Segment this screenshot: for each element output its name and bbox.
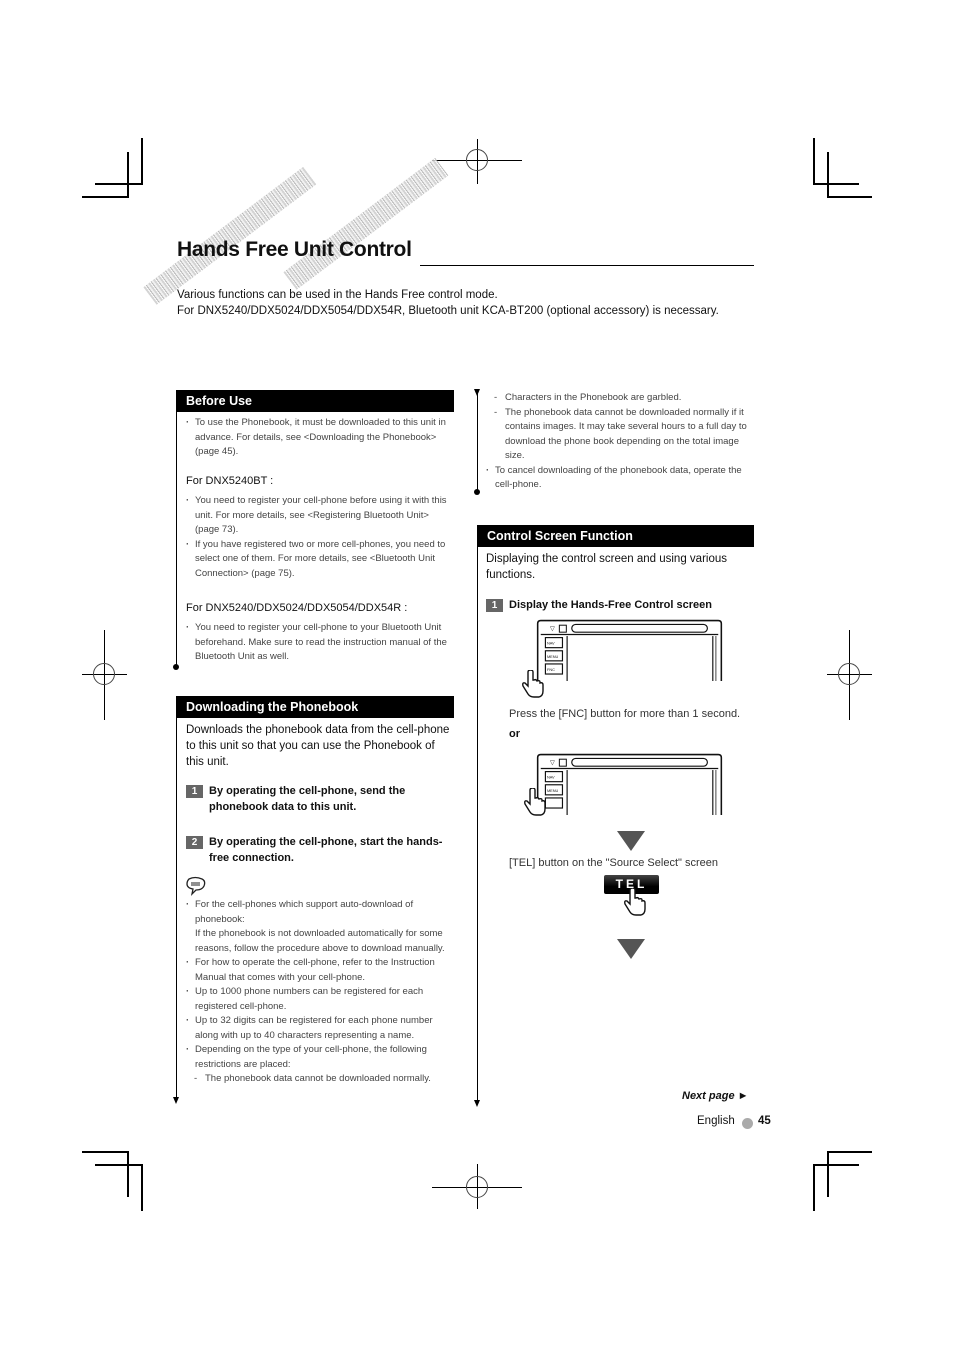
note-item: Up to 32 digits can be registered for ea…	[185, 1014, 457, 1043]
svg-text:NAV: NAV	[547, 775, 555, 780]
svg-text:FNC: FNC	[547, 667, 555, 672]
note-item: For how to operate the cell-phone, refer…	[185, 956, 457, 985]
crop-mark	[82, 196, 128, 198]
svg-text:MENU: MENU	[547, 788, 559, 793]
column-rule	[477, 390, 478, 493]
crop-mark	[813, 1164, 815, 1211]
column-rule-end-dot	[474, 489, 480, 495]
continue-arrow-icon	[474, 389, 480, 396]
note-item: If the phonebook is not downloaded autom…	[195, 928, 445, 954]
column-rule	[477, 525, 478, 1101]
bullet-item: You need to register your cell-phone bef…	[185, 494, 455, 538]
crop-mark	[127, 1151, 129, 1197]
pointing-hand-icon	[624, 888, 646, 916]
intro-text: Various functions can be used in the Han…	[177, 287, 719, 319]
crop-mark	[141, 1164, 143, 1211]
crop-mark	[813, 1164, 859, 1166]
crop-mark	[827, 1151, 829, 1197]
downloading-description: Downloads the phonebook data from the ce…	[186, 724, 450, 768]
or-label: or	[509, 728, 520, 740]
column-rule-end-dot	[173, 664, 179, 670]
svg-text:NAV: NAV	[547, 641, 555, 646]
step-2: 2 By operating the cell-phone, start the…	[186, 834, 451, 866]
control-step-1: 1 Display the Hands-Free Control screen	[486, 597, 751, 613]
step-number: 2	[186, 836, 203, 849]
svg-text:MENU: MENU	[547, 654, 559, 659]
note-item: For the cell-phones which support auto-d…	[185, 898, 457, 927]
caption-tel: [TEL] button on the "Source Select" scre…	[509, 857, 718, 869]
down-triangle-icon	[617, 939, 645, 959]
page-number: 45	[758, 1115, 771, 1127]
model-heading: For DNX5240BT :	[186, 475, 274, 487]
decorative-stripe	[143, 166, 317, 305]
step-text: By operating the cell-phone, send the ph…	[209, 785, 406, 813]
crop-mark	[95, 183, 142, 185]
download-notes-continued: Characters in the Phonebook are garbled.…	[485, 391, 755, 493]
svg-text:▽: ▽	[550, 626, 555, 633]
model-heading: For DNX5240/DDX5024/DDX5054/DDX54R :	[186, 602, 408, 614]
section-heading-before-use: Before Use	[177, 390, 454, 412]
caption-fnc: Press the [FNC] button for more than 1 s…	[509, 708, 741, 720]
bullet-item: You need to register your cell-phone to …	[185, 621, 453, 665]
step-number: 1	[186, 785, 203, 798]
crop-mark	[827, 152, 829, 198]
column-rule	[176, 696, 177, 1098]
control-screen-description: Displaying the control screen and using …	[486, 553, 727, 581]
footer-language: English	[697, 1115, 735, 1127]
step-1: 1 By operating the cell-phone, send the …	[186, 783, 451, 815]
pointing-hand-icon	[522, 670, 544, 698]
crop-mark	[95, 1164, 142, 1166]
footer-separator-dot	[742, 1118, 753, 1129]
note-item: The phonebook data cannot be downloaded …	[185, 1072, 457, 1087]
model2-bullets: You need to register your cell-phone to …	[185, 621, 453, 665]
page-title: Hands Free Unit Control	[177, 238, 412, 261]
before-use-bullets: To use the Phonebook, it must be downloa…	[185, 416, 453, 460]
bullet-item: If you have registered two or more cell-…	[185, 538, 455, 582]
continue-arrow-icon	[474, 1100, 480, 1107]
note-item: The phonebook data cannot be downloaded …	[485, 406, 755, 464]
crop-mark	[827, 196, 872, 198]
column-rule	[176, 390, 177, 668]
continue-arrow-icon	[173, 1097, 179, 1104]
crop-mark	[127, 152, 129, 198]
section-heading-control-screen: Control Screen Function	[478, 525, 754, 547]
section-heading-downloading: Downloading the Phonebook	[177, 696, 454, 718]
title-rule	[420, 265, 754, 266]
pointing-hand-icon	[524, 788, 546, 816]
note-item: Up to 1000 phone numbers can be register…	[185, 985, 457, 1014]
crop-mark	[813, 138, 815, 184]
note-speech-bubble-icon	[186, 876, 206, 896]
note-item: To cancel downloading of the phonebook d…	[485, 464, 755, 493]
step-number: 1	[486, 599, 503, 612]
bullet-item: To use the Phonebook, it must be downloa…	[185, 416, 453, 460]
model1-bullets: You need to register your cell-phone bef…	[185, 494, 455, 581]
step-text: By operating the cell-phone, start the h…	[209, 836, 443, 864]
note-item: Characters in the Phonebook are garbled.	[485, 391, 755, 406]
download-notes: For the cell-phones which support auto-d…	[185, 898, 457, 1087]
crop-mark	[827, 1151, 872, 1153]
crop-mark	[813, 183, 859, 185]
crop-mark	[82, 1151, 128, 1153]
down-triangle-icon	[617, 831, 645, 851]
svg-text:▽: ▽	[550, 760, 555, 767]
intro-line: Various functions can be used in the Han…	[177, 289, 498, 301]
note-item: Depending on the type of your cell-phone…	[185, 1043, 457, 1072]
step-text: Display the Hands-Free Control screen	[509, 599, 712, 611]
intro-line: For DNX5240/DDX5024/DDX5054/DDX54R, Blue…	[177, 305, 719, 317]
next-page-link[interactable]: Next page ►	[682, 1090, 749, 1102]
crop-mark	[141, 138, 143, 185]
